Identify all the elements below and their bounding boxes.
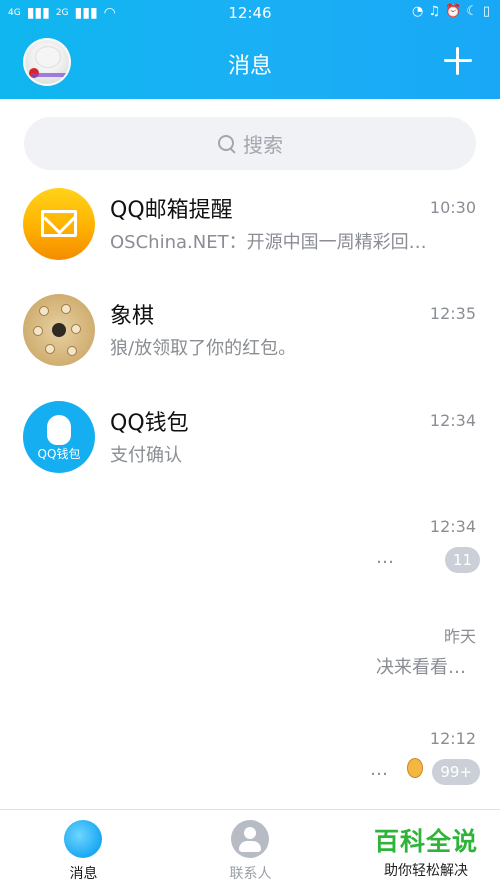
watermark-title: 百科全说	[373, 827, 478, 856]
conversation-preview: 决来看看…	[376, 657, 466, 678]
conversation-preview: 支付确认	[110, 445, 182, 466]
plus-icon[interactable]	[444, 47, 472, 75]
conversation-item-hidden-2[interactable]: 昨天 决来看看…	[0, 601, 500, 707]
contacts-tab-icon	[231, 820, 269, 858]
conversation-name: QQ邮箱提醒	[110, 198, 233, 223]
battery-icon: ▯	[482, 4, 490, 19]
conversation-time: 昨天	[443, 627, 476, 646]
conversation-time: 12:34	[429, 517, 476, 536]
conversation-preview: OSChina.NET：开源中国一周精彩回…	[110, 232, 427, 253]
conversation-time: 10:30	[429, 198, 476, 217]
bell-mute-icon: ♫	[428, 4, 440, 19]
conversation-time: 12:35	[429, 304, 476, 323]
chess-piece-icon	[45, 344, 55, 354]
penguin-icon	[47, 415, 71, 445]
conversation-preview: …	[370, 759, 388, 780]
wallet-avatar-label: QQ钱包	[37, 447, 81, 461]
unread-badge: 11	[444, 547, 480, 573]
chess-center-piece-icon	[52, 323, 66, 337]
chess-icon	[23, 294, 95, 366]
watermark: 百科全说 助你轻松解决	[366, 822, 486, 880]
moon-icon: ☾	[466, 4, 478, 19]
conversation-item-qq-wallet[interactable]: QQ钱包 QQ钱包 12:34 支付确认	[0, 389, 500, 495]
unread-badge: 99+	[432, 759, 480, 785]
chess-piece-icon	[33, 326, 43, 336]
messages-tab-icon	[64, 820, 102, 858]
page-title: 消息	[227, 54, 272, 79]
app-header: 4G ▮▮▮ 2G ▮▮▮ ◠ 12:46 ◔ ♫ ⏰ ☾ ▯ 消息	[0, 0, 500, 99]
chess-piece-icon	[39, 306, 49, 316]
tab-messages[interactable]: 消息	[0, 810, 167, 889]
conversation-item-hidden-3[interactable]: 12:12 … 99+	[0, 707, 500, 813]
chess-piece-icon	[71, 324, 81, 334]
conversation-item-qq-mail[interactable]: QQ邮箱提醒 10:30 OSChina.NET：开源中国一周精彩回…	[0, 176, 500, 282]
conversation-preview: 狼/放领取了你的红包。	[110, 338, 297, 359]
watermark-subtitle: 助你轻松解决	[384, 863, 468, 879]
tab-contacts-label: 联系人	[229, 866, 272, 882]
conversation-name: QQ钱包	[110, 411, 189, 436]
conversation-name: 象棋	[110, 304, 155, 329]
search-icon	[217, 134, 237, 154]
conversation-item-chess[interactable]: 象棋 12:35 狼/放领取了你的红包。	[0, 282, 500, 388]
emoji-icon	[407, 758, 423, 778]
mail-icon	[23, 188, 95, 260]
search-input[interactable]: 搜索	[24, 117, 476, 170]
conversation-time: 12:34	[429, 411, 476, 430]
search-placeholder: 搜索	[243, 133, 283, 157]
tab-messages-label: 消息	[69, 866, 98, 882]
wallet-icon: QQ钱包	[23, 401, 95, 473]
conversation-preview: …	[376, 547, 394, 568]
notification-icon: ◔	[412, 4, 424, 19]
conversation-item-hidden-1[interactable]: 12:34 … 11	[0, 495, 500, 601]
envelope-icon	[41, 210, 77, 237]
alarm-icon: ⏰	[445, 4, 462, 19]
status-bar: 4G ▮▮▮ 2G ▮▮▮ ◠ 12:46 ◔ ♫ ⏰ ☾ ▯	[0, 0, 500, 28]
conversation-time: 12:12	[429, 729, 476, 748]
tab-contacts[interactable]: 联系人	[167, 810, 334, 889]
status-icons: ◔ ♫ ⏰ ☾ ▯	[412, 4, 490, 19]
chess-piece-icon	[61, 304, 71, 314]
chess-piece-icon	[67, 346, 77, 356]
